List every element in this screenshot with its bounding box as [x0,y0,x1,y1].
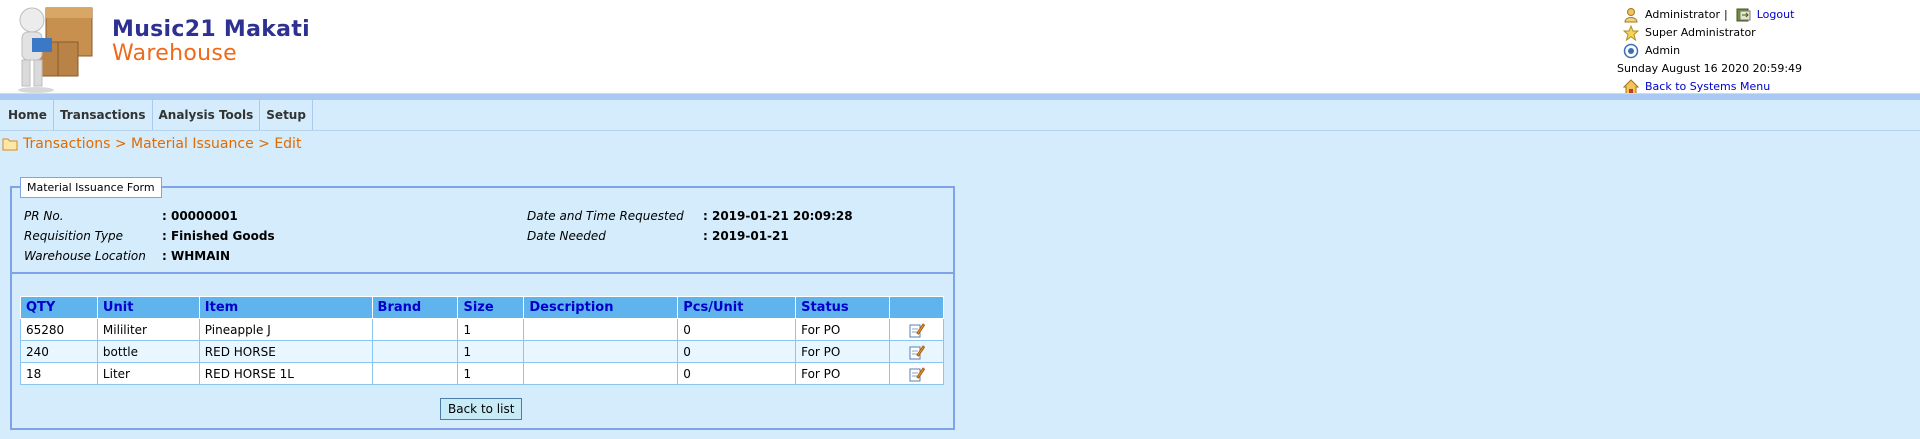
col-status: Status [795,296,891,319]
cell-unit: Liter [96,362,200,385]
col-item: Item [198,296,373,319]
cell-description [523,362,679,385]
cell-item: RED HORSE 1L [198,362,373,385]
info-label: Requisition Type [24,229,124,243]
info-label: Date Needed [527,229,606,243]
form-info-right: Date and Time Requested : 2019-01-21 20:… [527,206,853,246]
cell-edit [889,340,944,363]
star-icon [1623,25,1639,41]
info-requisition-type: Requisition Type : Finished Goods [24,226,275,246]
col-description: Description [523,296,679,319]
cell-qty: 18 [20,362,98,385]
datetime-row: Sunday August 16 2020 20:59:49 [1617,60,1802,78]
cell-status: For PO [795,340,891,363]
logout-icon[interactable] [1736,7,1752,23]
col-pcs-unit: Pcs/Unit [677,296,797,319]
info-date-needed: Date Needed : 2019-01-21 [527,226,853,246]
table-row: 18 Liter RED HORSE 1L 1 0 For PO [20,362,944,385]
info-pr-no: PR No. : 00000001 [24,206,275,226]
folder-icon [2,138,18,151]
cell-unit: Mililiter [96,318,200,341]
table-row: 240 bottle RED HORSE 1 0 For PO [20,340,944,363]
cell-brand [371,340,459,363]
cell-item: Pineapple J [198,318,373,341]
cell-brand [371,362,459,385]
edit-icon[interactable] [909,344,925,360]
warehouse-logo [18,7,93,93]
form-info-left: PR No. : 00000001 Requisition Type : Fin… [24,206,275,266]
group-row: Admin [1617,42,1802,60]
nav-setup[interactable]: Setup [260,100,313,130]
cell-qty: 240 [20,340,98,363]
info-label: Date and Time Requested [527,209,684,223]
col-qty: QTY [20,296,98,319]
back-to-list-button[interactable]: Back to list [440,398,523,420]
cell-unit: bottle [96,340,200,363]
cell-item: RED HORSE [198,340,373,363]
cell-description [523,318,679,341]
cell-status: For PO [795,362,891,385]
material-issuance-form: Material Issuance Form PR No. : 00000001… [10,177,955,430]
cell-pcs-unit: 0 [677,318,797,341]
cell-edit [889,318,944,341]
user-icon [1624,8,1638,23]
current-datetime: Sunday August 16 2020 20:59:49 [1617,62,1803,75]
info-value: : 2019-01-21 20:09:28 [703,209,853,223]
info-value: : WHMAIN [162,249,230,263]
info-date-requested: Date and Time Requested : 2019-01-21 20:… [527,206,853,226]
cell-status: For PO [795,318,891,341]
form-legend: Material Issuance Form [20,177,162,198]
info-warehouse-location: Warehouse Location : WHMAIN [24,246,275,266]
col-size: Size [457,296,525,319]
role-row: Super Administrator [1617,24,1802,42]
cell-qty: 65280 [20,318,98,341]
brand-title: Music21 Makati [112,17,310,42]
cell-size: 1 [457,318,525,341]
user-group: Admin [1645,44,1681,57]
breadcrumb-text[interactable]: Transactions > Material Issuance > Edit [23,136,301,152]
info-value: : 2019-01-21 [703,229,789,243]
user-name: Administrator [1645,8,1720,21]
user-panel: Administrator | Logout Super Administrat… [1617,6,1802,96]
user-separator: | [1724,8,1728,21]
cell-brand [371,318,459,341]
user-row: Administrator | Logout [1617,6,1802,24]
cell-size: 1 [457,340,525,363]
col-actions [889,296,944,319]
nav-home[interactable]: Home [2,100,54,130]
table-header-row: QTY Unit Item Brand Size Description Pcs… [20,296,944,319]
header-bar [0,93,1920,99]
info-value: : Finished Goods [162,229,275,243]
logout-link[interactable]: Logout [1757,6,1795,24]
edit-icon[interactable] [909,322,925,338]
brand-subtitle: Warehouse [112,41,237,66]
brand: Music21 Makati Warehouse [112,17,310,66]
info-label: Warehouse Location [24,249,146,263]
col-unit: Unit [96,296,200,319]
cell-size: 1 [457,362,525,385]
cell-edit [889,362,944,385]
col-brand: Brand [371,296,459,319]
form-divider [12,272,953,274]
cell-pcs-unit: 0 [677,362,797,385]
group-icon [1623,43,1639,59]
breadcrumb: Transactions > Material Issuance > Edit [2,136,301,152]
cell-pcs-unit: 0 [677,340,797,363]
cell-description [523,340,679,363]
nav-transactions[interactable]: Transactions [54,100,153,130]
main-nav: Home Transactions Analysis Tools Setup [0,99,1920,131]
table-row: 65280 Mililiter Pineapple J 1 0 For PO [20,318,944,341]
info-label: PR No. [24,209,64,223]
items-table: QTY Unit Item Brand Size Description Pcs… [20,296,944,385]
info-value: : 00000001 [162,209,238,223]
app-header: Music21 Makati Warehouse Administrator |… [0,0,1920,99]
edit-icon[interactable] [909,366,925,382]
user-role: Super Administrator [1645,26,1756,39]
nav-analysis-tools[interactable]: Analysis Tools [153,100,261,130]
